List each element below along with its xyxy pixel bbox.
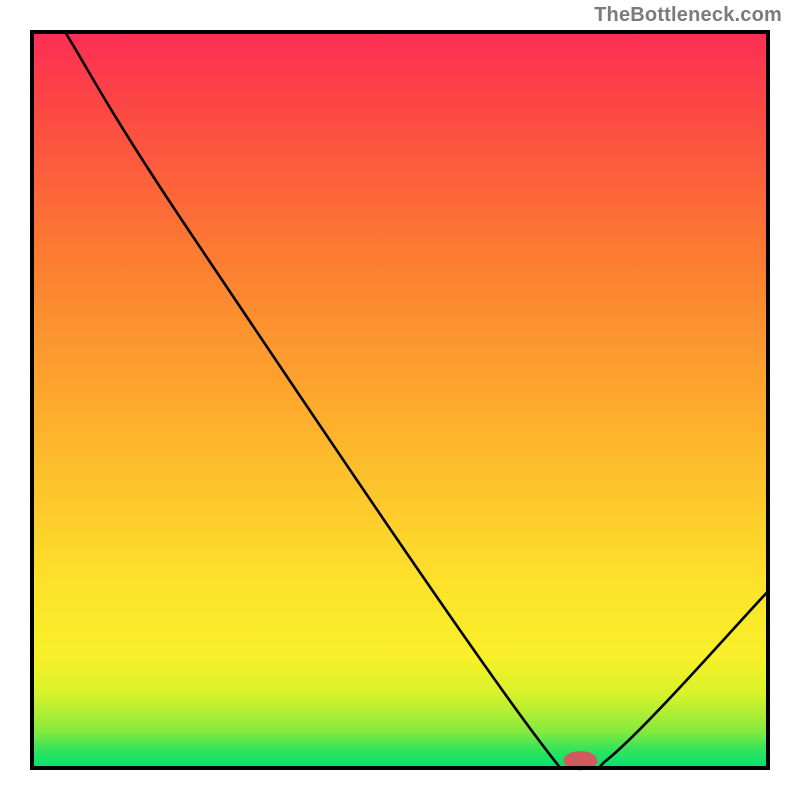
plot-background — [32, 32, 768, 768]
watermark-label: TheBottleneck.com — [594, 4, 782, 27]
chart-svg — [0, 0, 800, 800]
chart-root: TheBottleneck.com — [0, 0, 800, 800]
